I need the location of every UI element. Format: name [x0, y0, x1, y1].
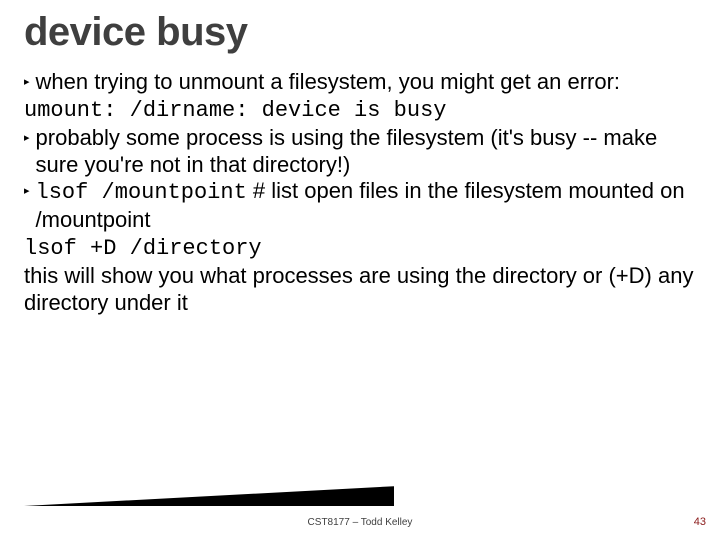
code-text: umount: /dirname: device is busy [24, 98, 446, 123]
code-text: lsof /mountpoint [36, 180, 247, 205]
code-text: lsof +D /directory [24, 236, 262, 261]
decorative-triangle [24, 466, 404, 506]
bullet-marker-icon: ▸ [24, 69, 36, 96]
slide: device busy ▸ when trying to unmount a f… [0, 0, 720, 540]
bullet-marker-icon: ▸ [24, 178, 36, 205]
bullet-item: ▸ probably some process is using the fil… [24, 125, 696, 179]
bullet-item: ▸ when trying to unmount a filesystem, y… [24, 69, 696, 96]
bullet-text: when trying to unmount a filesystem, you… [36, 69, 696, 96]
bullet-text: lsof /mountpoint # list open files in th… [36, 178, 696, 234]
bullet-item: lsof +D /directory [24, 234, 696, 263]
bullet-item: this will show you what processes are us… [24, 263, 696, 317]
bullet-text: probably some process is using the files… [36, 125, 696, 179]
footer-text: CST8177 – Todd Kelley [0, 517, 720, 528]
bullet-item: umount: /dirname: device is busy [24, 96, 696, 125]
bullet-text: this will show you what processes are us… [24, 263, 693, 315]
bullet-marker-icon: ▸ [24, 125, 36, 152]
bullet-item: ▸ lsof /mountpoint # list open files in … [24, 178, 696, 234]
page-number: 43 [694, 516, 706, 528]
slide-title: device busy [24, 10, 696, 55]
slide-body: ▸ when trying to unmount a filesystem, y… [24, 69, 696, 317]
